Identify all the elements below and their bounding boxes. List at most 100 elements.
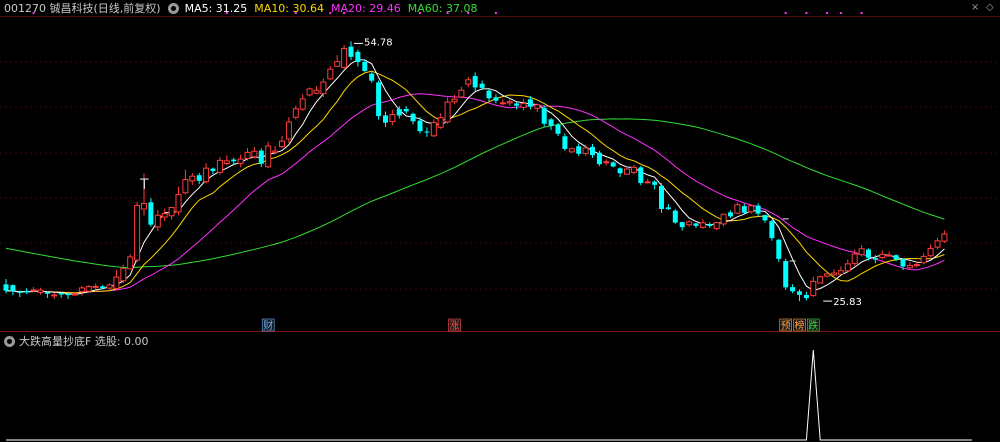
candlestick <box>320 78 327 98</box>
candlestick <box>713 221 720 231</box>
candlestick <box>762 214 768 223</box>
candlestick <box>299 94 306 111</box>
indicator-panel <box>6 349 972 441</box>
candle-body <box>313 89 320 94</box>
candle-body <box>493 97 499 101</box>
candlestick <box>803 291 809 301</box>
candle-body <box>175 194 182 213</box>
candlestick <box>279 135 285 148</box>
candlestick <box>728 210 733 218</box>
candle-body <box>134 204 141 261</box>
event-label: 榜 <box>795 319 805 332</box>
candle-body <box>713 222 720 230</box>
candlestick <box>403 105 409 114</box>
candle-body <box>251 150 258 158</box>
top-marker <box>343 12 346 14</box>
candlestick <box>568 147 575 154</box>
candlestick <box>582 144 589 156</box>
candle-body <box>51 294 58 297</box>
candlestick <box>790 284 796 294</box>
candle-body <box>196 175 202 181</box>
candlestick <box>520 98 527 111</box>
candlestick <box>665 204 671 210</box>
candle-body <box>396 109 402 116</box>
candle-body <box>520 102 527 108</box>
candlestick <box>755 203 761 217</box>
candlestick <box>175 186 182 216</box>
candle-body <box>127 256 134 270</box>
candlestick <box>617 167 623 178</box>
candlestick <box>686 220 693 227</box>
candlestick <box>458 86 465 99</box>
candle-body <box>803 294 809 299</box>
candlestick <box>383 111 388 127</box>
candlestick <box>258 148 264 168</box>
candle-body <box>590 146 595 156</box>
ma60-line <box>5 118 945 269</box>
candlestick <box>906 262 913 270</box>
candle-body <box>659 185 664 209</box>
candle-body <box>486 90 492 99</box>
candlestick <box>210 167 216 174</box>
candle-body <box>837 270 844 275</box>
candle-body <box>437 117 444 128</box>
candle-body <box>844 263 851 272</box>
candle-body <box>851 253 858 264</box>
candlestick <box>776 239 782 263</box>
candle-body <box>728 212 733 217</box>
event-label: 跌 <box>808 319 818 332</box>
kline-chart[interactable]: T 54.78 25.83 财 涨 预榜跌 <box>0 0 1000 442</box>
candle-body <box>858 248 865 256</box>
candlestick <box>837 266 844 275</box>
candle-body <box>458 89 465 98</box>
candle-body <box>279 140 285 148</box>
indicator-header: 大跌高量抄底F 选股: 0.00 <box>4 333 149 349</box>
top-marker <box>467 12 470 14</box>
candle-body <box>334 61 341 67</box>
candlestick <box>659 183 664 213</box>
candlestick <box>548 118 554 130</box>
candlestick <box>672 209 678 224</box>
candle-body <box>369 73 375 81</box>
top-marker <box>839 12 842 14</box>
candlestick <box>734 202 741 214</box>
candle-body <box>465 79 472 85</box>
candle-body <box>362 61 368 72</box>
candle-body <box>769 221 775 239</box>
candle-body <box>17 291 23 294</box>
candlestick <box>679 221 685 231</box>
candlestick <box>879 250 886 260</box>
candle-body <box>231 159 237 162</box>
candle-body <box>527 99 533 107</box>
candlestick <box>596 150 602 167</box>
candlestick <box>154 210 161 231</box>
candlestick <box>652 180 658 190</box>
candle-body <box>762 215 768 221</box>
candlestick <box>334 55 341 67</box>
candle-body <box>906 265 913 269</box>
candlestick <box>624 166 630 175</box>
candlestick <box>85 285 92 292</box>
event-label: 预 <box>781 320 791 332</box>
candlestick <box>934 237 941 250</box>
candlestick <box>831 269 837 277</box>
candlestick <box>78 285 85 296</box>
candlestick <box>514 102 520 110</box>
candlestick <box>927 244 934 258</box>
event-label: 涨 <box>450 320 460 332</box>
candle-body <box>3 284 9 291</box>
candlestick <box>920 253 927 265</box>
candlestick <box>313 86 320 95</box>
candle-body <box>341 47 348 68</box>
candle-body <box>106 284 113 289</box>
candlestick <box>555 122 561 137</box>
candle-body <box>348 46 354 57</box>
candle-body <box>879 253 886 259</box>
candle-body <box>100 286 106 289</box>
candlestick <box>541 105 547 127</box>
candlestick <box>58 292 64 298</box>
candle-body <box>783 261 789 288</box>
gear-icon[interactable] <box>4 335 15 347</box>
candlestick <box>10 284 16 296</box>
candle-body <box>824 273 831 277</box>
